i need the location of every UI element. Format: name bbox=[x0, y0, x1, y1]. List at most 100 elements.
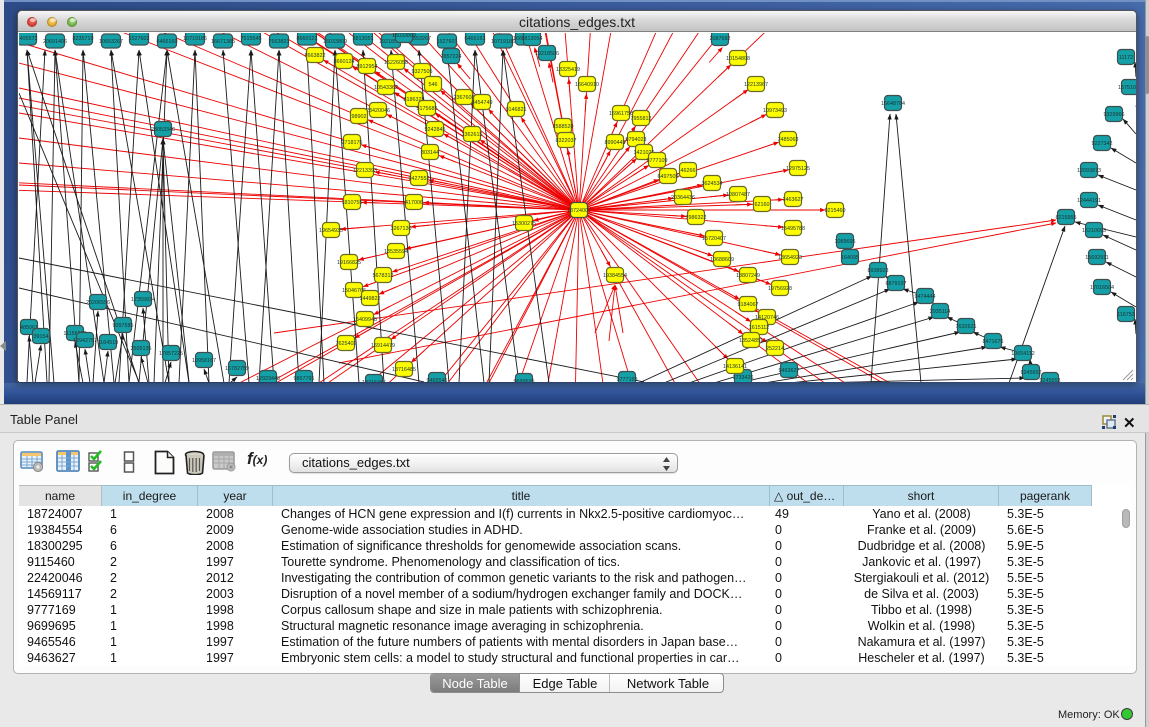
svg-text:9215460: 9215460 bbox=[825, 208, 846, 214]
svg-text:10719185: 10719185 bbox=[183, 36, 207, 42]
svg-text:7857224: 7857224 bbox=[441, 54, 462, 60]
svg-text:12923448: 12923448 bbox=[256, 376, 280, 382]
svg-text:1449822: 1449822 bbox=[360, 296, 381, 302]
svg-text:6466161: 6466161 bbox=[465, 36, 486, 42]
svg-text:7955812: 7955812 bbox=[631, 116, 652, 122]
svg-text:7663822: 7663822 bbox=[305, 53, 326, 59]
svg-text:19654935: 19654935 bbox=[319, 228, 343, 234]
svg-text:1588520: 1588520 bbox=[553, 124, 574, 130]
svg-text:116753: 116753 bbox=[1117, 312, 1135, 318]
svg-text:10973493: 10973493 bbox=[763, 108, 787, 114]
svg-text:13716485: 13716485 bbox=[392, 367, 416, 373]
svg-text:9777109: 9777109 bbox=[647, 158, 668, 164]
svg-text:10543362: 10543362 bbox=[374, 85, 398, 91]
svg-text:1615112: 1615112 bbox=[749, 325, 770, 331]
svg-text:803144: 803144 bbox=[421, 150, 439, 156]
svg-text:10719186: 10719186 bbox=[491, 39, 515, 45]
svg-text:28053346: 28053346 bbox=[151, 127, 175, 133]
svg-text:13654923: 13654923 bbox=[778, 255, 802, 261]
svg-text:10654112: 10654112 bbox=[1011, 351, 1035, 357]
svg-text:1164519: 1164519 bbox=[98, 340, 119, 346]
svg-text:8912954: 8912954 bbox=[357, 64, 378, 70]
svg-text:9474444: 9474444 bbox=[915, 294, 936, 300]
svg-text:8660121: 8660121 bbox=[297, 36, 318, 42]
svg-text:15226058: 15226058 bbox=[384, 60, 408, 66]
svg-text:13716485: 13716485 bbox=[362, 380, 386, 382]
svg-text:2505135: 2505135 bbox=[131, 346, 152, 352]
svg-text:8322037: 8322037 bbox=[556, 138, 577, 144]
svg-text:13524851: 13524851 bbox=[739, 338, 763, 344]
svg-text:9465546: 9465546 bbox=[427, 378, 448, 382]
svg-text:46266: 46266 bbox=[681, 168, 696, 174]
svg-text:17857225: 17857225 bbox=[159, 351, 183, 357]
svg-text:9699695: 9699695 bbox=[514, 379, 535, 382]
svg-text:17016504: 17016504 bbox=[1090, 285, 1114, 291]
svg-text:18724007: 18724007 bbox=[567, 208, 591, 214]
svg-text:62160: 62160 bbox=[755, 202, 770, 208]
svg-text:10807487: 10807487 bbox=[726, 192, 750, 198]
svg-text:16210693: 16210693 bbox=[1082, 228, 1106, 234]
svg-text:6497505: 6497505 bbox=[658, 174, 679, 180]
svg-text:1810755: 1810755 bbox=[342, 200, 363, 206]
svg-text:252214: 252214 bbox=[766, 346, 784, 352]
svg-text:10958167: 10958167 bbox=[192, 358, 216, 364]
svg-text:7625402: 7625402 bbox=[336, 341, 357, 347]
svg-text:9794023: 9794023 bbox=[626, 137, 647, 143]
svg-text:9427552: 9427552 bbox=[409, 176, 430, 182]
svg-text:16033809: 16033809 bbox=[323, 39, 347, 45]
svg-text:2935114: 2935114 bbox=[930, 309, 951, 315]
svg-text:9777169: 9777169 bbox=[617, 377, 638, 382]
svg-text:8813054: 8813054 bbox=[522, 36, 543, 42]
svg-text:15720407: 15720407 bbox=[702, 236, 726, 242]
svg-text:16033809: 16033809 bbox=[392, 33, 416, 39]
svg-text:20206556: 20206556 bbox=[86, 300, 110, 306]
svg-text:3175685: 3175685 bbox=[417, 106, 438, 112]
svg-text:8938923: 8938923 bbox=[868, 268, 889, 274]
svg-text:9227342: 9227342 bbox=[1092, 141, 1113, 147]
svg-text:16782759: 16782759 bbox=[225, 366, 249, 372]
svg-text:8990443: 8990443 bbox=[605, 140, 626, 146]
svg-text:1733426: 1733426 bbox=[733, 375, 754, 381]
svg-text:98902: 98902 bbox=[352, 114, 367, 120]
svg-text:9857791: 9857791 bbox=[294, 376, 315, 382]
svg-text:12093873: 12093873 bbox=[1077, 168, 1101, 174]
svg-text:7986322: 7986322 bbox=[686, 215, 707, 221]
svg-text:16648784: 16648784 bbox=[881, 101, 905, 107]
svg-text:15751074: 15751074 bbox=[1118, 85, 1136, 91]
svg-text:39154: 39154 bbox=[34, 334, 49, 340]
svg-text:2718176: 2718176 bbox=[342, 140, 363, 146]
svg-text:8215955: 8215955 bbox=[1056, 215, 1077, 221]
svg-text:8813051: 8813051 bbox=[353, 36, 374, 42]
svg-text:13535594: 13535594 bbox=[384, 249, 408, 255]
svg-text:12213393: 12213393 bbox=[353, 168, 377, 174]
svg-text:12213967: 12213967 bbox=[744, 82, 768, 88]
svg-text:546: 546 bbox=[429, 82, 438, 88]
svg-text:17359934: 17359934 bbox=[131, 297, 155, 303]
svg-text:15300275: 15300275 bbox=[512, 221, 536, 227]
svg-text:9327505: 9327505 bbox=[412, 69, 433, 75]
svg-text:7515545: 7515545 bbox=[241, 36, 262, 42]
svg-text:7632621: 7632621 bbox=[956, 324, 977, 330]
svg-text:7485063: 7485063 bbox=[778, 137, 799, 143]
svg-text:1527602: 1527602 bbox=[129, 36, 150, 42]
svg-text:19166825: 19166825 bbox=[337, 260, 361, 266]
svg-text:16961758: 16961758 bbox=[609, 111, 633, 117]
svg-text:10154808: 10154808 bbox=[726, 56, 750, 62]
svg-text:6879197: 6879197 bbox=[886, 281, 907, 287]
svg-text:9329966: 9329966 bbox=[1104, 112, 1125, 118]
svg-text:9245652: 9245652 bbox=[1021, 370, 1042, 376]
svg-text:19218506: 19218506 bbox=[535, 51, 559, 57]
svg-text:7663821: 7663821 bbox=[269, 39, 290, 45]
svg-text:9245653: 9245653 bbox=[1040, 378, 1061, 382]
svg-text:9184067: 9184067 bbox=[738, 302, 759, 308]
svg-text:164095: 164095 bbox=[841, 255, 859, 261]
svg-text:1463627: 1463627 bbox=[783, 197, 804, 203]
svg-text:12444191: 12444191 bbox=[1077, 198, 1101, 204]
svg-text:15409948: 15409948 bbox=[353, 317, 377, 323]
svg-text:417006: 417006 bbox=[405, 200, 423, 206]
svg-text:14136141: 14136141 bbox=[723, 364, 747, 370]
svg-text:1527601: 1527601 bbox=[437, 39, 458, 45]
svg-text:20691406: 20691406 bbox=[43, 39, 67, 45]
svg-text:15495788: 15495788 bbox=[781, 226, 805, 232]
svg-text:9463627: 9463627 bbox=[779, 368, 800, 374]
